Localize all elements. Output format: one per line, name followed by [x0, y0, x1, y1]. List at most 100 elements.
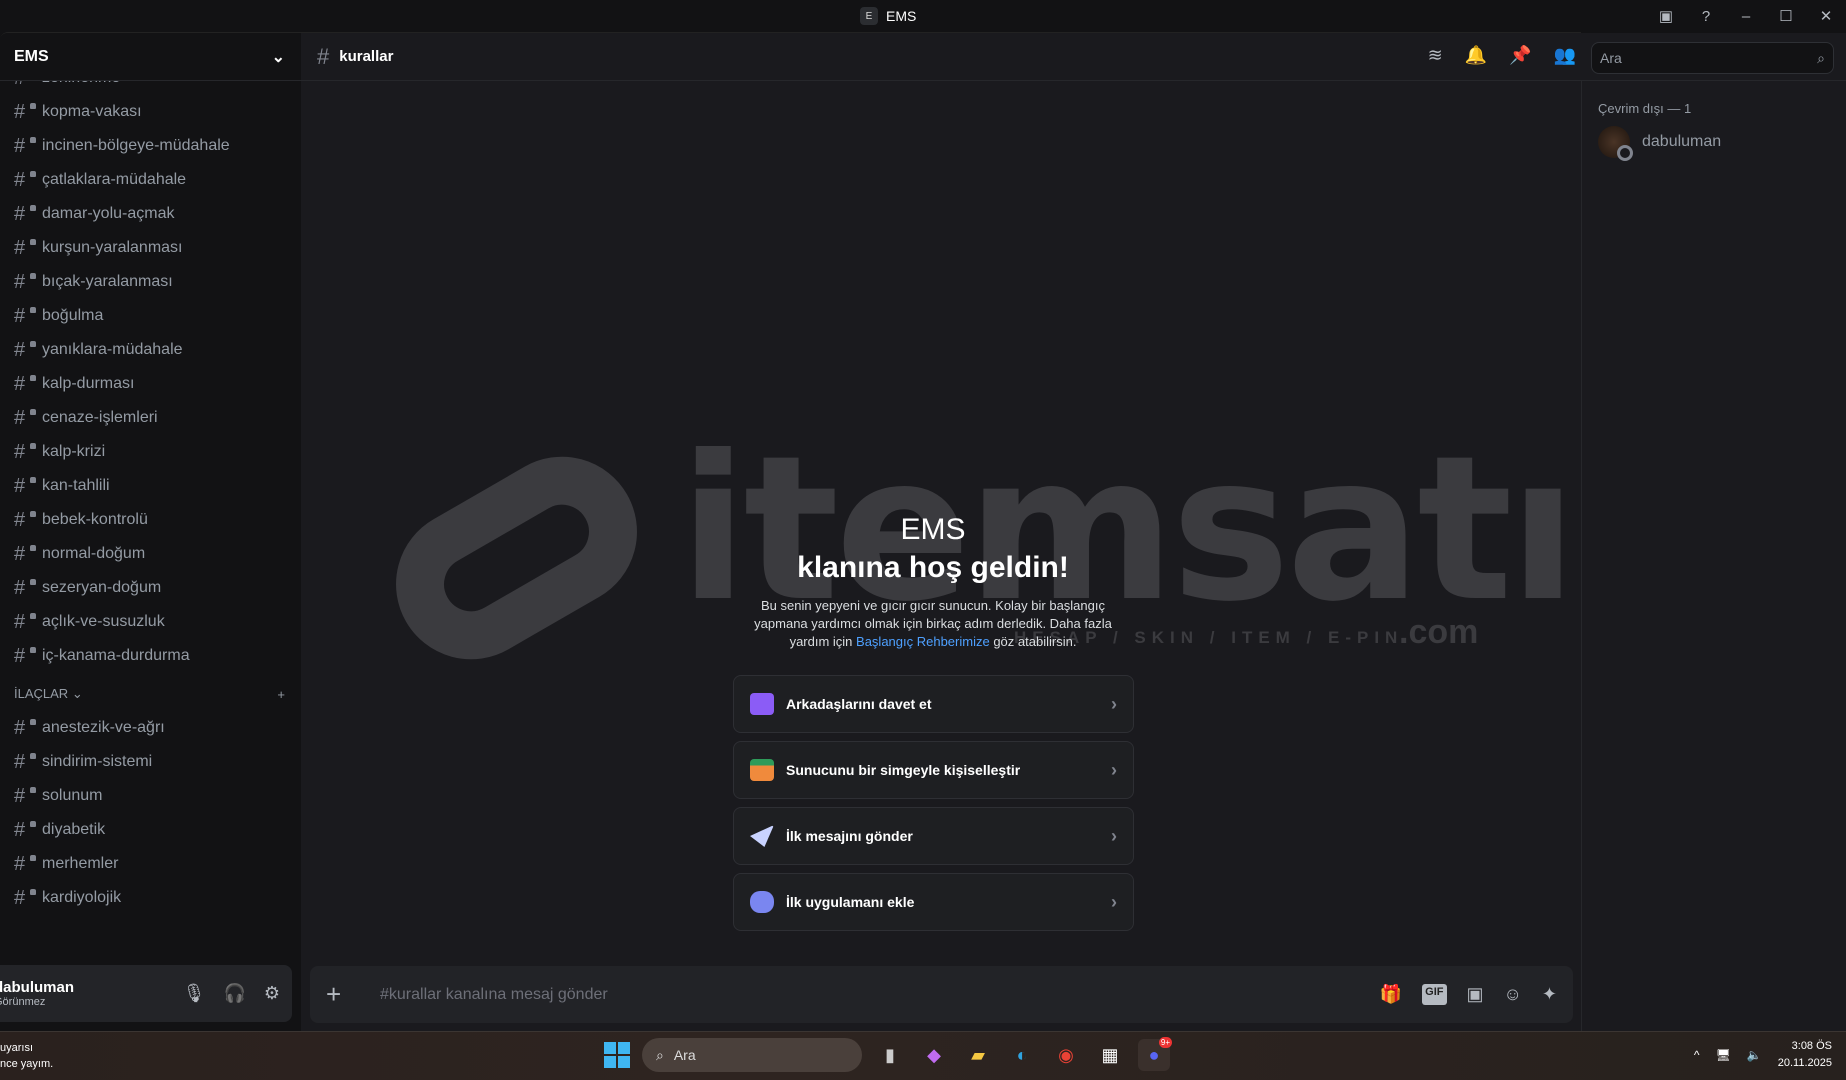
- channel-name: kalp-krizi: [42, 443, 106, 460]
- channel-item[interactable]: # incinen-bölgeye-müdahale: [0, 129, 301, 163]
- channel-item[interactable]: # cenaze-işlemleri: [0, 401, 301, 435]
- store-icon[interactable]: ▦: [1094, 1039, 1126, 1071]
- channel-name: incinen-bölgeye-müdahale: [42, 137, 230, 154]
- category-ilaclar[interactable]: İLAÇLAR ⌄ +: [0, 677, 301, 711]
- card-label: İlk uygulamanı ekle: [786, 894, 915, 910]
- add-app-card[interactable]: İlk uygulamanı ekle ›: [733, 873, 1134, 931]
- welcome-section: EMS klanına hoş geldin! Bu senin yepyeni…: [733, 513, 1133, 651]
- minimize-button[interactable]: –: [1726, 0, 1766, 32]
- channel-list: #zehirlenme#kopma-vakası#incinen-bölgeye…: [0, 61, 301, 915]
- locked-hash-icon: #: [14, 717, 36, 740]
- maximize-button[interactable]: ☐: [1766, 0, 1806, 32]
- window-title-text: EMS: [886, 8, 917, 24]
- notif-line-2: nce yayım.: [0, 1058, 54, 1070]
- locked-hash-icon: #: [14, 441, 36, 464]
- pin-icon[interactable]: 📌: [1509, 45, 1531, 66]
- channel-item[interactable]: # kan-tahlili: [0, 469, 301, 503]
- copilot-icon[interactable]: ◆: [918, 1039, 950, 1071]
- chrome-icon[interactable]: ◉: [1050, 1039, 1082, 1071]
- volume-icon[interactable]: 🔈: [1747, 1048, 1762, 1062]
- customize-icon-card[interactable]: Sunucunu bir simgeyle kişiselleştir ›: [733, 741, 1134, 799]
- search-icon: ⌕: [656, 1046, 664, 1063]
- channel-sidebar: EMS⌄ #zehirlenme#kopma-vakası#incinen-bö…: [0, 32, 301, 1031]
- channel-name: kalp-durması: [42, 375, 135, 392]
- notification-snippet[interactable]: uyarısı nce yayım.: [0, 1040, 53, 1072]
- network-icon[interactable]: 🖥: [1716, 1048, 1731, 1062]
- hash-icon: #: [317, 43, 330, 69]
- channel-item[interactable]: # bıçak-yaralanması: [0, 265, 301, 299]
- taskbar-search[interactable]: ⌕ Ara: [642, 1038, 862, 1072]
- members-icon[interactable]: 👥: [1554, 45, 1576, 66]
- threads-icon[interactable]: ≋: [1428, 45, 1443, 66]
- channel-item[interactable]: # sindirim-sistemi: [0, 745, 301, 779]
- locked-hash-icon: #: [14, 645, 36, 668]
- channel-item[interactable]: # damar-yolu-açmak: [0, 197, 301, 231]
- help-icon[interactable]: ?: [1686, 0, 1726, 32]
- apps-icon[interactable]: ✦: [1542, 984, 1557, 1005]
- member-group-header: Çevrim dışı — 1: [1598, 101, 1692, 116]
- channel-item[interactable]: # bebek-kontrolü: [0, 503, 301, 537]
- windows-start-icon[interactable]: [604, 1042, 630, 1068]
- channel-name: damar-yolu-açmak: [42, 205, 175, 222]
- channel-item[interactable]: # kardiyolojik: [0, 881, 301, 915]
- member-item[interactable]: dabuluman: [1598, 126, 1846, 161]
- channel-name: kan-tahlili: [42, 477, 110, 494]
- watermark-logo: [368, 429, 665, 687]
- clock[interactable]: 3:08 ÖS 20.11.2025: [1778, 1038, 1832, 1072]
- channel-item[interactable]: # merhemler: [0, 847, 301, 881]
- channel-item[interactable]: # kurşun-yaralanması: [0, 231, 301, 265]
- user-info[interactable]: dabulumanGörünmez: [0, 979, 74, 1008]
- guide-link[interactable]: Başlangıç Rehberimize: [856, 634, 990, 649]
- microphone-icon[interactable]: 🎙: [183, 983, 206, 1004]
- chevron-right-icon: ›: [1111, 759, 1117, 780]
- locked-hash-icon: #: [14, 819, 36, 842]
- channel-item[interactable]: # kalp-durması: [0, 367, 301, 401]
- watermark-tld: .com: [1399, 613, 1479, 651]
- close-button[interactable]: ✕: [1806, 0, 1846, 32]
- channel-item[interactable]: # boğulma: [0, 299, 301, 333]
- tray-chevron-icon[interactable]: ^: [1694, 1048, 1700, 1062]
- channel-name: yanıklara-müdahale: [42, 341, 183, 358]
- channel-item[interactable]: # açlık-ve-susuzluk: [0, 605, 301, 639]
- locked-hash-icon: #: [14, 339, 36, 362]
- message-input[interactable]: #kurallar kanalına mesaj gönder: [380, 986, 1380, 1004]
- gift-icon[interactable]: 🎁: [1380, 984, 1402, 1005]
- first-message-card[interactable]: İlk mesajını gönder ›: [733, 807, 1134, 865]
- locked-hash-icon: #: [14, 271, 36, 294]
- headphones-icon[interactable]: 🎧: [223, 983, 245, 1004]
- channel-item[interactable]: # kopma-vakası: [0, 95, 301, 129]
- edge-icon[interactable]: ◐: [1006, 1039, 1038, 1071]
- gif-icon[interactable]: GIF: [1422, 984, 1447, 1005]
- inbox-icon[interactable]: ▣: [1646, 0, 1686, 32]
- sticker-icon[interactable]: ▣: [1467, 984, 1484, 1005]
- date: 20.11.2025: [1777, 1057, 1832, 1069]
- channel-item[interactable]: # sezeryan-doğum: [0, 571, 301, 605]
- time: 3:08 ÖS: [1791, 1040, 1832, 1052]
- channel-item[interactable]: # normal-doğum: [0, 537, 301, 571]
- gear-icon[interactable]: ⚙: [264, 983, 280, 1004]
- server-header[interactable]: EMS ⌄: [0, 33, 301, 81]
- channel-item[interactable]: # anestezik-ve-ağrı: [0, 711, 301, 745]
- attach-plus-icon[interactable]: +: [326, 979, 362, 1010]
- channel-name: boğulma: [42, 307, 104, 324]
- channel-item[interactable]: # diyabetik: [0, 813, 301, 847]
- card-label: Sunucunu bir simgeyle kişiselleştir: [786, 762, 1021, 778]
- channel-item[interactable]: # yanıklara-müdahale: [0, 333, 301, 367]
- add-channel-icon[interactable]: +: [277, 687, 285, 702]
- channel-item[interactable]: # çatlaklara-müdahale: [0, 163, 301, 197]
- locked-hash-icon: #: [14, 373, 36, 396]
- discord-icon[interactable]: ● 9+: [1138, 1037, 1172, 1071]
- search-input[interactable]: Ara ⌕: [1591, 42, 1834, 74]
- invite-friends-card[interactable]: Arkadaşlarını davet et ›: [733, 675, 1134, 733]
- emoji-icon[interactable]: ☺: [1504, 984, 1522, 1005]
- bell-icon[interactable]: 🔔: [1465, 45, 1487, 66]
- search-icon: ⌕: [1817, 49, 1825, 66]
- channel-item[interactable]: # iç-kanama-durdurma: [0, 639, 301, 673]
- discord-badge: 9+: [1158, 1037, 1172, 1048]
- message-composer[interactable]: + #kurallar kanalına mesaj gönder 🎁 GIF ▣ ☺…: [310, 966, 1573, 1023]
- channel-item[interactable]: # solunum: [0, 779, 301, 813]
- task-view-icon[interactable]: ▮: [874, 1039, 906, 1071]
- channel-item[interactable]: # kalp-krizi: [0, 435, 301, 469]
- file-explorer-icon[interactable]: ▰: [962, 1039, 994, 1071]
- locked-hash-icon: #: [14, 611, 36, 634]
